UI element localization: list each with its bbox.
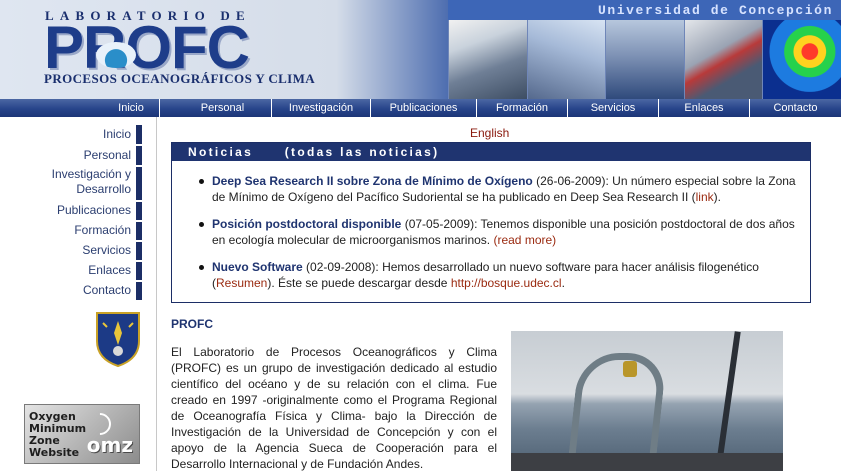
header-photo-collage [448,20,841,99]
topnav-item-investigacion[interactable]: Investigación [272,99,371,117]
topnav-item-inicio[interactable]: Inicio [103,99,160,117]
sidebar-marker [136,167,142,200]
top-navigation: Inicio Personal Investigación Publicacio… [0,99,841,117]
sidebar-item-personal[interactable]: Personal [84,148,131,163]
sidebar-item-enlaces[interactable]: Enlaces [88,263,131,278]
news-panel-header: Noticias (todas las noticias) [172,143,810,161]
news-item-date: (07-05-2009): [401,217,481,231]
photo-fieldwork-4 [683,20,763,99]
sidebar-marker [136,125,142,144]
logo-subtitle: PROCESOS OCEANOGRÁFICOS Y CLIMA [44,71,316,86]
topnav-item-formacion[interactable]: Formación [477,99,568,117]
sidebar-item-investigacion-line2: Desarrollo [76,182,131,196]
topnav-item-servicios[interactable]: Servicios [568,99,659,117]
sidebar-marker [136,146,142,165]
news-item-after-2: . [561,276,565,290]
news-panel: Noticias (todas las noticias) Deep Sea R… [171,142,811,303]
sidebar-marker [136,202,142,220]
topnav-item-contacto[interactable]: Contacto [750,99,841,117]
omz-logo-word-4: Website [29,446,80,459]
site-header: LABORATORIO DE PROFC PROCESOS OCEANOGRÁF… [0,0,841,99]
bullet-icon [199,179,204,184]
university-crest-icon[interactable] [95,311,141,367]
sidebar-marker [136,242,142,260]
sidebar-marker [136,222,142,240]
photo-fieldwork-2 [526,20,606,99]
news-item-after: ). [713,190,721,204]
news-item-title[interactable]: Nuevo Software [212,260,303,274]
bullet-icon [199,265,204,270]
news-item-date: (26-06-2009): [532,174,613,188]
logo-brand[interactable]: PROFC [44,18,250,78]
topnav-item-personal[interactable]: Personal [174,99,272,117]
research-vessel-photo [511,331,783,471]
news-item-date: (02-09-2008): [302,260,383,274]
photo-fieldwork-3 [605,20,684,99]
logo-wave-icon [96,42,136,68]
topnav-item-publicaciones[interactable]: Publicaciones [371,99,477,117]
news-item-title[interactable]: Deep Sea Research II sobre Zona de Mínim… [212,174,533,188]
news-title: Noticias [188,145,254,159]
sidebar-marker [136,262,142,280]
news-item: Deep Sea Research II sobre Zona de Mínim… [199,173,810,205]
sidebar-item-investigacion-line1: Investigación y [51,167,131,181]
university-banner: Universidad de Concepción [448,0,841,20]
all-news-link[interactable]: (todas las noticias) [285,145,440,159]
winch-reel [623,361,637,377]
ship-mast [715,331,741,471]
sidebar-item-contacto[interactable]: Contacto [83,283,131,298]
omz-logo-mark: omz [86,433,133,457]
news-item-link[interactable]: link [696,190,714,204]
news-item-after: ). Éste se puede descargar desde [267,276,451,290]
news-item-link[interactable]: Resumen [216,276,267,290]
section-title: PROFC [171,317,213,331]
news-item-title[interactable]: Posición postdoctoral disponible [212,217,401,231]
university-title: Universidad de Concepción [597,3,833,18]
photo-temperature-map [762,20,841,99]
news-item-link[interactable]: (read more) [493,233,556,247]
sidebar-item-investigacion[interactable]: Investigación y Desarrollo [52,167,131,197]
sidebar-marker [136,282,142,300]
bullet-icon [199,222,204,227]
sidebar-item-inicio[interactable]: Inicio [103,127,131,142]
news-item-link-url[interactable]: http://bosque.udec.cl [451,276,562,290]
news-item: Posición postdoctoral disponible (07-05-… [199,216,810,248]
section-description: El Laboratorio de Procesos Oceanográfico… [171,345,497,471]
sidebar-item-publicaciones[interactable]: Publicaciones [57,203,131,218]
ship-deck [511,453,783,471]
left-sidebar: Inicio Personal Investigación y Desarrol… [0,117,157,471]
omz-website-logo[interactable]: Oxygen Minimum Zone Website omz [24,404,140,464]
photo-fieldwork-1 [448,20,527,99]
news-item: Nuevo Software (02-09-2008): Hemos desar… [199,259,810,291]
topnav-item-enlaces[interactable]: Enlaces [659,99,750,117]
sidebar-item-servicios[interactable]: Servicios [82,243,131,258]
sidebar-item-formacion[interactable]: Formación [74,223,131,238]
language-link-english[interactable]: English [470,126,509,140]
